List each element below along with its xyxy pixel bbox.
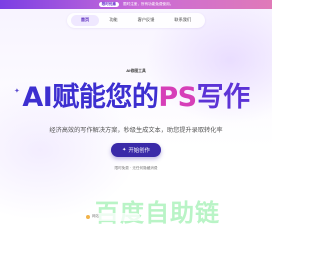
start-creating-button[interactable]: ✦ 开始创作 (111, 143, 161, 157)
hero-tagline: AI修图工具 (126, 68, 146, 73)
headline-part-a: AI赋能您的 (22, 82, 159, 113)
hero-subtitle: 经济高效的写作解决方案，秒级生成文本，助您提升录取转化率 (49, 127, 223, 134)
nav-item-feedback[interactable]: 客户反馈 (128, 15, 165, 25)
nav-pill: 首页 功能 客户反馈 联系我们 (66, 13, 206, 28)
chip-dot-icon (86, 215, 90, 219)
nav-item-features[interactable]: 功能 (99, 15, 127, 25)
announcement-message: 限时注册，所有功能免费使用。 (123, 1, 174, 6)
nav-item-home[interactable]: 首页 (70, 15, 100, 26)
announcement-badge: 限时优惠 (98, 2, 120, 7)
headline-part-c: 写作 (196, 82, 251, 113)
headline-part-b: PS (158, 82, 197, 113)
cta-label: 开始创作 (128, 148, 150, 154)
hero-headline: AI赋能您的PS写作 (0, 84, 272, 111)
chip-label: 网站 (92, 214, 99, 219)
sparkle-button-icon: ✦ (122, 147, 127, 153)
announcement-bar: 限时优惠 限时注册，所有功能免费使用。 (0, 0, 272, 9)
page-background (0, 0, 272, 268)
watermark-overlay: 百度自助链 网站 (0, 201, 272, 227)
watermark-chip[interactable]: 网站 (84, 213, 140, 221)
nav-item-contact[interactable]: 联系我们 (164, 15, 201, 25)
top-nav: 首页 功能 客户反馈 联系我们 (0, 9, 272, 32)
pricing-note: 限时免费 · 无任何隐藏消费 (114, 166, 158, 170)
